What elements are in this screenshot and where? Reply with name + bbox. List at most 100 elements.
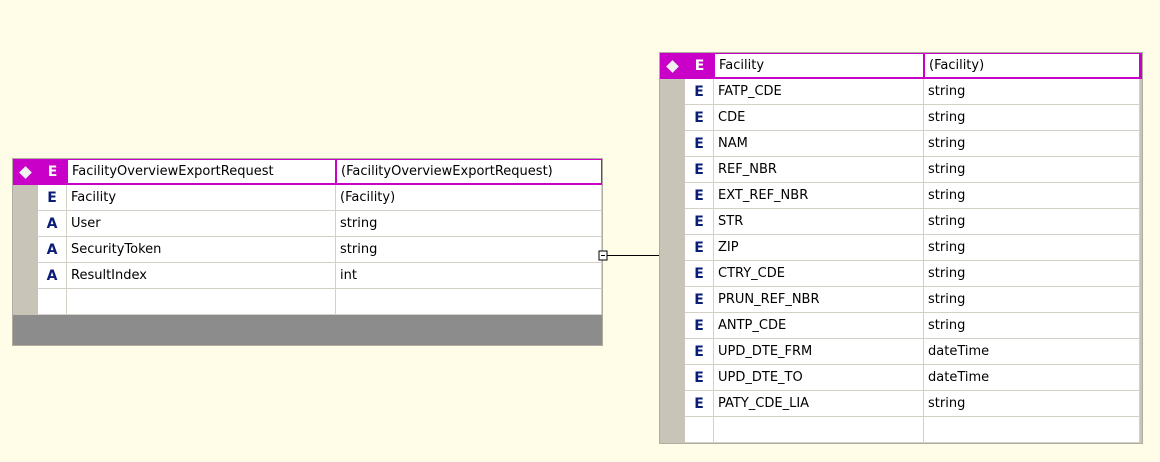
row-name[interactable]: ZIP — [714, 235, 924, 261]
row-gutter — [13, 263, 38, 289]
row-gutter — [660, 79, 685, 105]
table-row[interactable]: E EXT_REF_NBR string — [660, 183, 1142, 209]
table-row[interactable]: E FATP_CDE string — [660, 79, 1142, 105]
row-type[interactable]: string — [924, 313, 1140, 339]
row-kind — [685, 417, 714, 443]
row-type[interactable]: string — [924, 209, 1140, 235]
row-gutter — [660, 287, 685, 313]
row-gutter — [660, 261, 685, 287]
row-gutter — [660, 339, 685, 365]
row-name[interactable]: CTRY_CDE — [714, 261, 924, 287]
row-name[interactable]: PRUN_REF_NBR — [714, 287, 924, 313]
row-name[interactable]: UPD_DTE_TO — [714, 365, 924, 391]
element-icon: E — [685, 157, 714, 183]
diamond-icon — [13, 159, 38, 185]
table-type[interactable]: (FacilityOverviewExportRequest) — [336, 159, 602, 185]
element-icon: E — [685, 313, 714, 339]
row-name[interactable]: REF_NBR — [714, 157, 924, 183]
row-name[interactable]: ResultIndex — [67, 263, 336, 289]
row-name[interactable]: User — [67, 211, 336, 237]
table-row[interactable]: E Facility (Facility) — [13, 185, 602, 211]
row-type[interactable]: string — [924, 157, 1140, 183]
table-header[interactable]: E FacilityOverviewExportRequest (Facilit… — [13, 159, 602, 185]
table-row[interactable]: E CTRY_CDE string — [660, 261, 1142, 287]
attribute-icon: A — [38, 211, 67, 237]
relationship-connector[interactable] — [598, 248, 660, 264]
facility-overview-export-request-table[interactable]: E FacilityOverviewExportRequest (Facilit… — [12, 158, 603, 346]
element-icon: E — [685, 209, 714, 235]
row-type[interactable]: dateTime — [924, 339, 1140, 365]
table-row[interactable]: E UPD_DTE_TO dateTime — [660, 365, 1142, 391]
row-type[interactable]: string — [336, 211, 602, 237]
table-type[interactable]: (Facility) — [924, 53, 1140, 79]
diamond-icon — [660, 53, 685, 79]
row-type[interactable]: string — [924, 79, 1140, 105]
table-row[interactable]: A ResultIndex int — [13, 263, 602, 289]
table-row[interactable]: E PATY_CDE_LIA string — [660, 391, 1142, 417]
table-row[interactable]: E PRUN_REF_NBR string — [660, 287, 1142, 313]
row-type[interactable]: string — [924, 391, 1140, 417]
empty-row[interactable] — [13, 289, 602, 315]
row-name[interactable]: FATP_CDE — [714, 79, 924, 105]
row-name[interactable]: EXT_REF_NBR — [714, 183, 924, 209]
row-type[interactable]: int — [336, 263, 602, 289]
row-name[interactable]: Facility — [67, 185, 336, 211]
element-icon: E — [685, 261, 714, 287]
table-row[interactable]: A SecurityToken string — [13, 237, 602, 263]
row-name[interactable]: STR — [714, 209, 924, 235]
row-type[interactable]: string — [924, 131, 1140, 157]
row-type[interactable] — [336, 289, 602, 315]
element-icon: E — [685, 79, 714, 105]
attribute-icon: A — [38, 237, 67, 263]
table-row[interactable]: E STR string — [660, 209, 1142, 235]
row-gutter — [660, 417, 685, 443]
row-type[interactable]: string — [924, 287, 1140, 313]
row-name[interactable]: PATY_CDE_LIA — [714, 391, 924, 417]
row-gutter — [660, 365, 685, 391]
table-header[interactable]: E Facility (Facility) — [660, 53, 1142, 79]
row-type[interactable]: dateTime — [924, 365, 1140, 391]
element-icon: E — [685, 131, 714, 157]
empty-row[interactable] — [660, 417, 1142, 443]
facility-table[interactable]: E Facility (Facility) E FATP_CDE string E CD… — [659, 52, 1143, 444]
row-type[interactable]: string — [924, 235, 1140, 261]
row-gutter — [660, 105, 685, 131]
row-name[interactable]: SecurityToken — [67, 237, 336, 263]
element-icon: E — [38, 185, 67, 211]
table-name[interactable]: FacilityOverviewExportRequest — [67, 159, 336, 185]
row-gutter — [660, 313, 685, 339]
table-row[interactable]: E ZIP string — [660, 235, 1142, 261]
row-name[interactable]: CDE — [714, 105, 924, 131]
table-row[interactable]: E UPD_DTE_FRM dateTime — [660, 339, 1142, 365]
row-gutter — [13, 185, 38, 211]
row-gutter — [13, 211, 38, 237]
element-icon: E — [685, 105, 714, 131]
row-gutter — [13, 237, 38, 263]
row-name[interactable] — [67, 289, 336, 315]
row-type[interactable]: string — [924, 261, 1140, 287]
row-gutter — [660, 391, 685, 417]
table-row[interactable]: E CDE string — [660, 105, 1142, 131]
row-type[interactable]: string — [924, 105, 1140, 131]
row-type[interactable]: string — [336, 237, 602, 263]
table-row[interactable]: E ANTP_CDE string — [660, 313, 1142, 339]
table-row[interactable]: E NAM string — [660, 131, 1142, 157]
row-name[interactable]: ANTP_CDE — [714, 313, 924, 339]
table-footer — [13, 315, 602, 345]
element-kind-icon: E — [685, 53, 714, 79]
row-gutter — [660, 157, 685, 183]
row-name[interactable] — [714, 417, 924, 443]
row-gutter — [13, 289, 38, 315]
row-name[interactable]: UPD_DTE_FRM — [714, 339, 924, 365]
element-icon: E — [685, 235, 714, 261]
row-kind — [38, 289, 67, 315]
row-type[interactable]: string — [924, 183, 1140, 209]
table-name[interactable]: Facility — [714, 53, 924, 79]
element-icon: E — [685, 287, 714, 313]
table-row[interactable]: E REF_NBR string — [660, 157, 1142, 183]
row-gutter — [660, 131, 685, 157]
row-type[interactable] — [924, 417, 1140, 443]
row-type[interactable]: (Facility) — [336, 185, 602, 211]
table-row[interactable]: A User string — [13, 211, 602, 237]
row-name[interactable]: NAM — [714, 131, 924, 157]
